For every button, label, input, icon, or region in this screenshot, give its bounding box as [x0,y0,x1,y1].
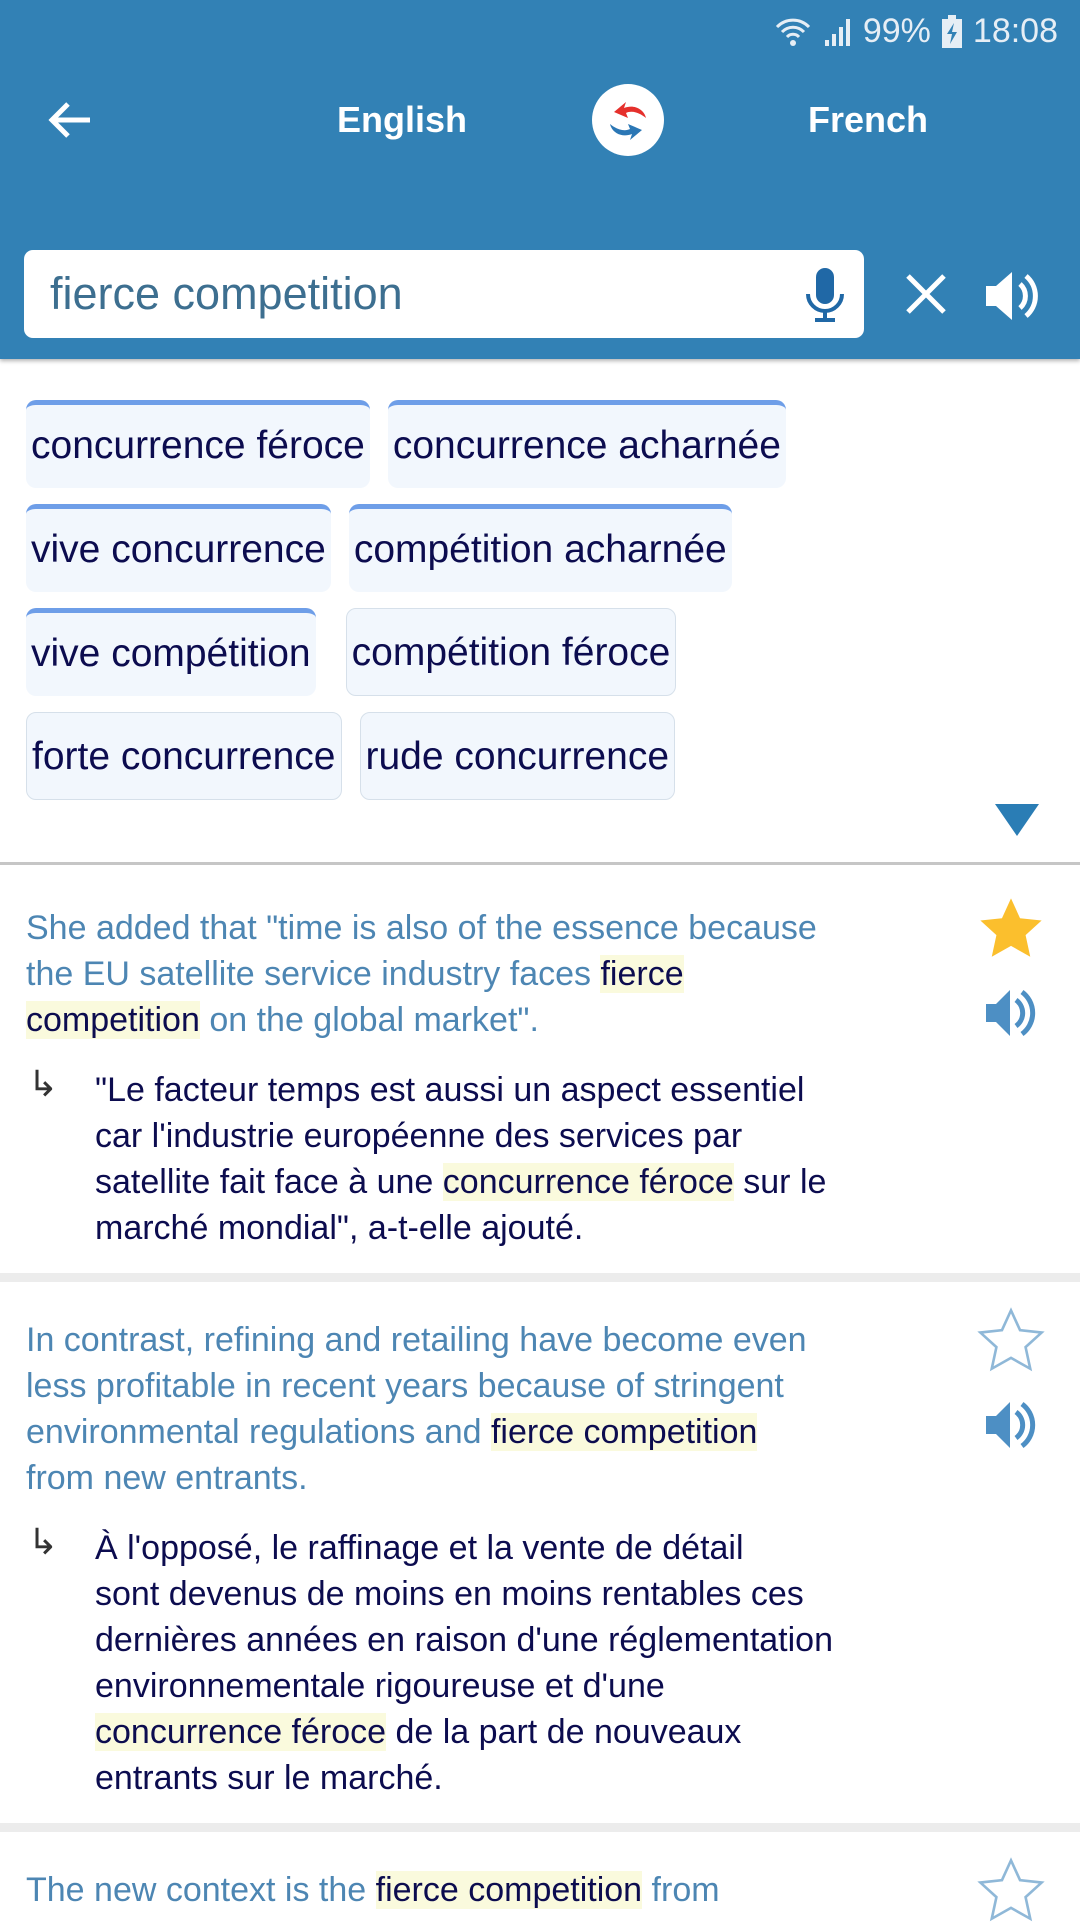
source-line: competition on the global market". [26,997,539,1043]
target-line: "Le facteur temps est aussi un aspect es… [95,1067,804,1113]
translation-arrow-icon: ↳ [28,1521,59,1562]
sentence-text: "Le facteur temps est aussi un aspect es… [95,1071,805,1109]
swap-languages-button[interactable] [592,84,664,156]
highlighted-term: fierce competition [490,1413,758,1451]
star-outline-icon[interactable] [976,1306,1046,1381]
source-line: from new entrants. [26,1455,308,1501]
target-line: À l'opposé, le raffinage et la vente de … [95,1525,744,1571]
sentence-text: de la part de nouveaux [386,1713,742,1751]
clock: 18:08 [972,12,1058,50]
speaker-icon[interactable] [982,1398,1038,1457]
sentence-text: environmental regulations and [26,1413,491,1451]
target-line: dernières années en raison d'une régleme… [95,1617,833,1663]
sentence-text: the EU satellite service industry faces [26,955,601,993]
expand-triangle-icon[interactable] [995,804,1039,836]
highlighted-term: concurrence féroce [442,1163,734,1201]
sentence-text: À l'opposé, le raffinage et la vente de … [95,1529,744,1567]
microphone-icon[interactable] [802,268,848,324]
speaker-icon[interactable] [982,268,1042,324]
translation-chip[interactable]: compétition féroce [345,608,677,696]
source-language-button[interactable]: English [337,96,467,144]
sentence-text: car l'industrie européenne des services … [95,1117,743,1155]
target-line: marché mondial", a-t-elle ajouté. [95,1205,583,1251]
source-line: less profitable in recent years because … [26,1363,784,1409]
search-value[interactable]: fierce competition [50,250,403,338]
clear-icon[interactable] [904,272,948,316]
entry-separator [0,1823,1080,1832]
app-header: 99% 18:08 English French fierce competit… [0,0,1080,359]
battery-percent: 99% [862,12,931,50]
translation-chip[interactable]: rude concurrence [359,712,676,800]
sentence-text: sont devenus de moins en moins rentables… [95,1575,804,1613]
sentence-text: The new context is the [26,1871,376,1909]
sentence-text: marché mondial", a-t-elle ajouté. [95,1209,584,1247]
battery-charging-icon [941,14,962,48]
translation-arrow-icon: ↳ [28,1063,59,1104]
divider [0,862,1080,865]
translation-chip[interactable]: vive concurrence [26,504,331,592]
translation-chip[interactable]: forte concurrence [26,712,342,800]
back-arrow-icon[interactable] [44,96,96,144]
status-bar: 99% 18:08 [773,12,1058,51]
signal-icon [824,18,850,46]
source-line: She added that "time is also of the esse… [26,905,817,951]
sentence-text: She added that "time is also of the esse… [26,909,817,947]
target-line: car l'industrie européenne des services … [95,1113,742,1159]
speaker-icon[interactable] [982,986,1038,1045]
translation-chip[interactable]: concurrence féroce [26,400,370,488]
target-language-button[interactable]: French [808,96,928,144]
sentence-text: entrants sur le marché. [95,1759,443,1797]
wifi-icon [775,18,810,46]
highlighted-term: fierce competition [375,1871,643,1909]
search-input[interactable]: fierce competition [24,250,864,338]
sentence-text: on the global market". [199,1001,539,1039]
source-line: The new context is the fierce competitio… [26,1867,720,1913]
target-line: environnementale rigoureuse et d'une [95,1663,665,1709]
source-line: the EU satellite service industry faces … [26,951,684,997]
sentence-text: dernières années en raison d'une régleme… [95,1621,833,1659]
highlighted-term: competition [26,1001,200,1039]
star-filled-icon[interactable] [976,894,1046,969]
highlighted-term: concurrence féroce [95,1713,387,1751]
target-line: entrants sur le marché. [95,1755,443,1801]
sentence-text: environnementale rigoureuse et d'une [95,1667,665,1705]
source-line: In contrast, refining and retailing have… [26,1317,807,1363]
source-line: environmental regulations and fierce com… [26,1409,758,1455]
sentence-text: satellite fait face à une [95,1163,443,1201]
translation-chip[interactable]: compétition acharnée [348,504,732,592]
highlighted-term: fierce [600,955,684,993]
translation-chip[interactable]: vive compétition [26,608,316,696]
translation-chips: concurrence féroce concurrence acharnée … [26,400,926,816]
sentence-text: from new entrants. [26,1459,308,1497]
target-line: concurrence féroce de la part de nouveau… [95,1709,741,1755]
sentence-text: sur le [733,1163,827,1201]
translation-chip[interactable]: concurrence acharnée [387,400,786,488]
target-line: satellite fait face à une concurrence fé… [95,1159,826,1205]
sentence-text: from [642,1871,720,1909]
entry-separator [0,1273,1080,1282]
sentence-text: In contrast, refining and retailing have… [26,1321,807,1359]
swap-icon [610,102,646,140]
target-line: sont devenus de moins en moins rentables… [95,1571,804,1617]
sentence-text: less profitable in recent years because … [26,1367,784,1405]
